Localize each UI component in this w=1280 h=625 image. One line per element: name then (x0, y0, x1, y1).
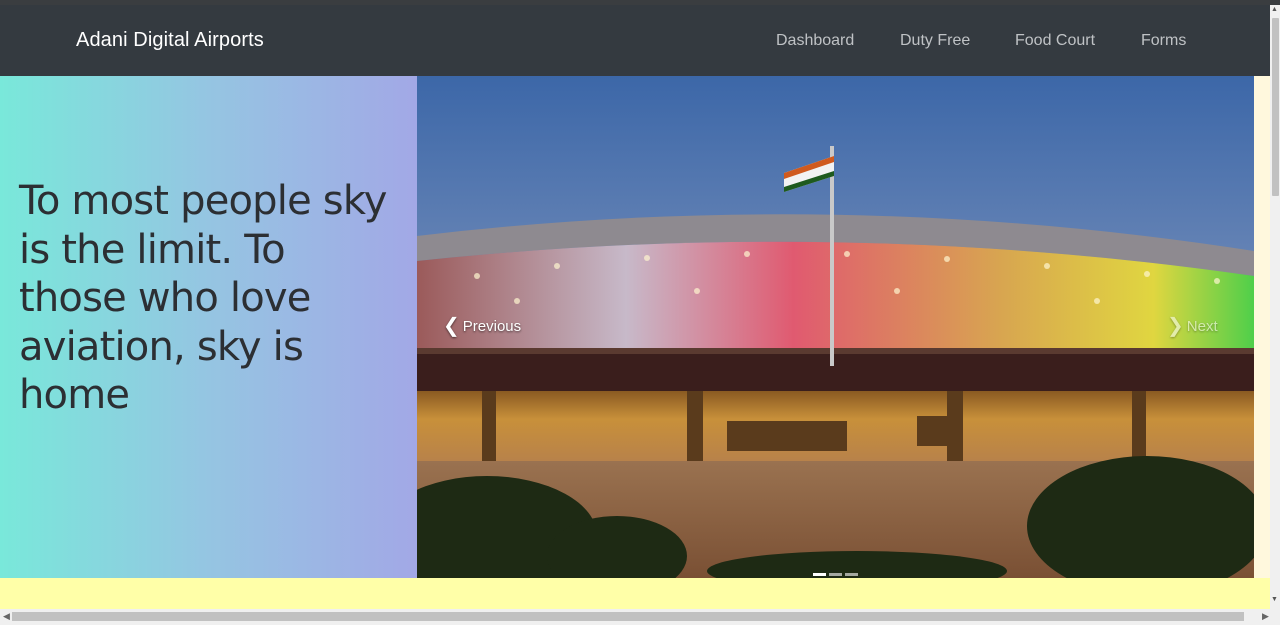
nav-link-dashboard[interactable]: Dashboard (776, 32, 854, 50)
horizontal-scrollbar-thumb[interactable] (12, 612, 1244, 621)
nav-link-food-court[interactable]: Food Court (1015, 32, 1095, 50)
scroll-right-arrow-icon[interactable]: ▶ (1262, 611, 1269, 622)
quote-panel: To most people sky is the limit. To thos… (0, 76, 417, 578)
carousel-previous-label: Previous (462, 317, 522, 335)
scroll-up-arrow-icon[interactable]: ▲ (1271, 6, 1278, 13)
carousel-indicator[interactable] (829, 573, 842, 576)
scroll-left-arrow-icon[interactable]: ◀ (3, 611, 10, 622)
nav-link-duty-free[interactable]: Duty Free (900, 32, 970, 50)
vertical-scrollbar-thumb[interactable] (1272, 18, 1279, 196)
hero-quote: To most people sky is the limit. To thos… (19, 178, 387, 418)
scroll-down-arrow-icon[interactable]: ▼ (1271, 596, 1278, 603)
content-band (0, 578, 1270, 609)
hero-right-strip (1254, 76, 1270, 578)
hero-section: To most people sky is the limit. To thos… (0, 76, 1270, 578)
carousel-next-label: Next (1186, 317, 1218, 335)
chevron-left-icon: ❮ (443, 315, 460, 337)
carousel-indicator[interactable] (813, 573, 826, 576)
image-carousel[interactable]: ❮ Previous ❯ Next (417, 76, 1254, 578)
nav-link-forms[interactable]: Forms (1141, 32, 1186, 50)
carousel-previous-button[interactable]: ❮ Previous (443, 316, 521, 336)
carousel-indicator[interactable] (845, 573, 858, 576)
carousel-next-button[interactable]: ❯ Next (1167, 316, 1218, 336)
chevron-right-icon: ❯ (1167, 315, 1184, 337)
airport-terminal-photo (417, 76, 1254, 578)
navbar: Adani Digital Airports Dashboard Duty Fr… (0, 5, 1270, 76)
carousel-indicators (813, 573, 858, 576)
brand-logo-text[interactable]: Adani Digital Airports (76, 29, 264, 52)
